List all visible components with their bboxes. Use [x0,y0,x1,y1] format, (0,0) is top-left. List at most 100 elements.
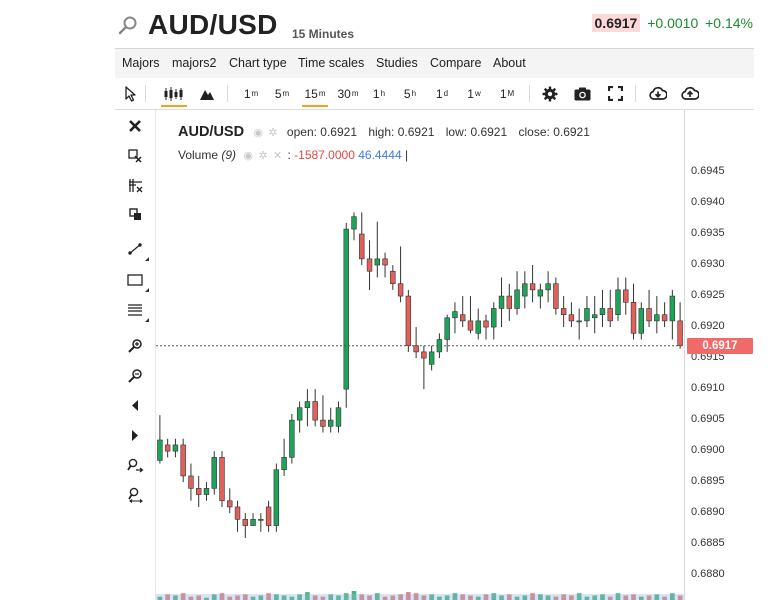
zoom-in-icon [127,338,142,353]
zoom-out-area-button[interactable] [121,144,149,168]
candle-body [452,311,458,319]
timeframe-label: 1 [467,86,474,101]
search-icon[interactable] [117,15,139,37]
gear-icon[interactable]: ✲ [258,150,267,162]
candle [615,277,621,321]
timeframe-1M[interactable]: 1M [495,78,519,109]
zoom-out-button[interactable] [121,363,149,387]
candle [584,296,590,328]
candle-body [630,301,637,334]
load-button[interactable] [647,78,669,109]
high-label: high: [368,125,395,139]
snapshot-button[interactable] [571,78,593,109]
price-chart[interactable] [156,110,684,600]
mountain-chart-button[interactable] [195,78,219,109]
candle-body [312,401,318,421]
zoom-scroll-forward-button[interactable] [121,453,149,477]
legend-symbol: AUD/USD [178,124,245,140]
candle [591,296,598,334]
menu-compare[interactable]: Compare [430,56,481,70]
candle-body [529,283,536,291]
eye-icon[interactable]: ◉ [253,127,263,139]
rectangle-icon [127,274,143,286]
close-icon [129,120,141,132]
crosshair-button[interactable] [121,173,149,197]
candle [522,271,528,309]
trend-line-tool[interactable] [121,237,149,261]
candle [219,451,225,507]
timeframe-1w[interactable]: 1w [463,78,485,109]
last-price-tag: 0.6917 [687,337,753,354]
timeframe-1h[interactable]: 1h [368,78,390,109]
close-icon[interactable]: ✕ [273,150,282,162]
timeframe-label: 5 [403,86,411,101]
timeframe-1d[interactable]: 1d [431,78,453,109]
clone-button[interactable] [121,202,149,226]
timeframe-30m[interactable]: 30 m [333,78,363,109]
interval-label: 15 Minutes [292,27,355,41]
timeframe-unit: m [351,89,359,98]
rectangle-tool[interactable] [121,268,149,292]
candlestick-chart-button[interactable] [159,78,189,109]
candle-body [646,308,652,322]
volume-histogram [156,591,684,600]
symbol-title[interactable]: AUD/USD [148,9,278,41]
candle [677,302,683,349]
menu-majors[interactable]: Majors [122,56,160,70]
scroll-right-button[interactable] [121,423,149,447]
menu-chart-type[interactable]: Chart type [229,56,287,70]
camera-icon [574,87,590,100]
close-value: 0.6921 [553,125,590,139]
zoom-in-button[interactable] [121,333,149,357]
submenu-indicator [145,288,149,292]
timeframe-5m[interactable]: 5m [270,78,294,109]
candle-body [661,314,668,322]
timeframe-unit: h [411,89,417,98]
low-value: 0.6921 [470,125,508,139]
volume-end: | [404,148,409,162]
eye-icon[interactable]: ◉ [243,150,253,162]
timeframe-15m[interactable]: 15 m [300,78,330,109]
volume-legend: Volume (9) ◉ ✲ ✕ : -1587.0000 46.4444 | [178,148,408,162]
candle-body [444,317,450,340]
candle-body [327,419,334,427]
fibonacci-icon [128,304,142,316]
timeframe-label: 15 [304,86,318,101]
candle-body [405,295,412,346]
timeframe-label: 1 [435,86,443,101]
candle [327,407,334,433]
candle-body [483,320,489,328]
fibonacci-tool[interactable] [121,298,149,322]
menu-time-scales[interactable]: Time scales [298,56,364,70]
candle [242,513,249,538]
zoom-reset-button[interactable] [121,483,149,507]
candle [475,308,481,340]
fullscreen-button[interactable] [604,78,626,109]
cursor-tool[interactable] [121,78,139,109]
timeframe-1m[interactable]: 1m [239,78,263,109]
remove-drawings-button[interactable] [121,114,149,138]
fullscreen-icon [607,86,623,101]
menu-majors2[interactable]: majors2 [172,56,216,70]
price-tick-label: 0.6885 [691,537,725,550]
settings-button[interactable] [539,78,561,109]
candle-body [265,506,272,526]
candle [172,438,179,458]
price-axis[interactable]: 0.6945 0.6940 0.6935 0.6930 0.6925 0.6920 0.69… [684,110,755,600]
menu-studies[interactable]: Studies [376,56,418,70]
mountain-icon [200,89,214,100]
candle-body [203,488,210,495]
gear-icon[interactable]: ✲ [268,127,277,139]
timeframe-unit: m [282,89,290,98]
volume-separator: : [287,148,291,162]
candles-layer [157,212,683,538]
menu-about[interactable]: About [493,56,526,70]
candle [335,401,342,433]
timeframe-5h[interactable]: 5h [399,78,421,109]
candle-body [188,475,194,489]
save-button[interactable] [679,78,701,109]
candle-body [638,308,645,334]
candle-body [180,444,186,477]
scroll-left-button[interactable] [121,393,149,417]
candle [366,240,373,290]
